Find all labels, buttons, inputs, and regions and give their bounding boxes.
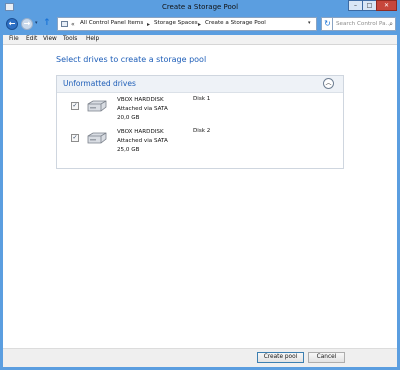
address-bar[interactable]: « All Control Panel Items ▸ Storage Spac… <box>57 17 317 31</box>
drive-disk-label: Disk 2 <box>193 128 211 134</box>
window-title: Create a Storage Pool <box>161 3 239 11</box>
main-content: Select drives to create a storage pool U… <box>3 45 397 348</box>
breadcrumb-separator-icon[interactable]: ▸ <box>198 21 201 28</box>
hard-drive-icon <box>87 132 107 144</box>
search-placeholder: Search Control Pa... <box>336 21 391 27</box>
drive-info: VBOX HARDDISK Attached via SATA 20,0 GB <box>117 96 168 123</box>
breadcrumb-separator-icon[interactable]: ▸ <box>147 21 150 28</box>
dialog-footer: Create pool Cancel <box>3 348 397 367</box>
section-header[interactable]: Unformatted drives ︿ <box>57 76 343 93</box>
drive-size: 25,0 GB <box>117 147 140 153</box>
menu-bar: File Edit View Tools Help <box>3 35 397 45</box>
cancel-button[interactable]: Cancel <box>308 352 345 363</box>
drive-size: 20,0 GB <box>117 115 140 121</box>
drive-checkbox[interactable]: ✓ <box>71 102 79 110</box>
breadcrumb-item-all-control-panel[interactable]: All Control Panel Items <box>80 20 143 26</box>
recent-pages-dropdown-icon[interactable]: ▾ <box>35 20 38 26</box>
minimize-button[interactable]: – <box>348 0 363 11</box>
page-title: Select drives to create a storage pool <box>56 55 207 64</box>
drive-name: VBOX HARDDISK <box>117 97 164 103</box>
drive-checkbox[interactable]: ✓ <box>71 134 79 142</box>
breadcrumb-item-create-storage-pool[interactable]: Create a Storage Pool <box>205 20 266 26</box>
back-arrow-icon[interactable]: ← <box>6 18 18 30</box>
navigation-bar: ← → ▾ ↑ « All Control Panel Items ▸ Stor… <box>3 15 397 34</box>
menu-tools[interactable]: Tools <box>63 36 77 42</box>
search-input[interactable]: Search Control Pa... ⌕ <box>332 17 396 31</box>
close-button[interactable]: ✕ <box>376 0 397 11</box>
forward-arrow-icon[interactable]: → <box>21 18 33 30</box>
hard-drive-icon <box>87 100 107 112</box>
drive-row-disk-2: ✓ VBOX HARDDISK Attached via SATA 25,0 G… <box>57 128 343 160</box>
address-dropdown-icon[interactable]: ▾ <box>308 20 311 26</box>
menu-edit[interactable]: Edit <box>26 36 37 42</box>
create-pool-button[interactable]: Create pool <box>257 352 304 363</box>
title-bar: Create a Storage Pool – □ ✕ <box>0 0 400 15</box>
drive-info: VBOX HARDDISK Attached via SATA 25,0 GB <box>117 128 168 155</box>
drive-disk-label: Disk 1 <box>193 96 211 102</box>
maximize-button[interactable]: □ <box>362 0 377 11</box>
menu-file[interactable]: File <box>9 36 19 42</box>
unformatted-drives-section: Unformatted drives ︿ ✓ VBOX HARDDISK Att… <box>56 75 344 169</box>
drive-connection: Attached via SATA <box>117 138 168 144</box>
drive-name: VBOX HARDDISK <box>117 129 164 135</box>
up-arrow-icon[interactable]: ↑ <box>43 18 51 28</box>
control-panel-icon <box>61 21 68 27</box>
drive-row-disk-1: ✓ VBOX HARDDISK Attached via SATA 20,0 G… <box>57 96 343 128</box>
breadcrumb-overflow-icon[interactable]: « <box>71 21 75 28</box>
drive-connection: Attached via SATA <box>117 106 168 112</box>
breadcrumb-item-storage-spaces[interactable]: Storage Spaces <box>154 20 198 26</box>
section-title: Unformatted drives <box>63 79 136 88</box>
search-icon[interactable]: ⌕ <box>389 18 393 30</box>
collapse-chevron-icon[interactable]: ︿ <box>323 78 334 89</box>
menu-view[interactable]: View <box>43 36 57 42</box>
menu-help[interactable]: Help <box>86 36 99 42</box>
window: Create a Storage Pool – □ ✕ ← → ▾ ↑ « Al… <box>0 0 400 370</box>
